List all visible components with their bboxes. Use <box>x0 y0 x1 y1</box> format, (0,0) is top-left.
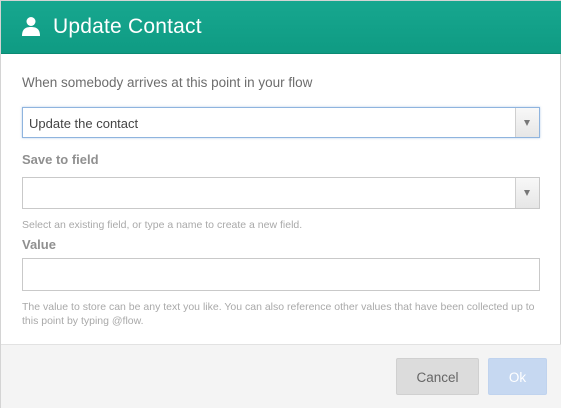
save-to-field-label: Save to field <box>22 152 99 167</box>
chevron-down-icon <box>524 190 530 196</box>
update-contact-dialog: Update Contact When somebody arrives at … <box>0 0 561 408</box>
value-input[interactable] <box>22 258 540 291</box>
flow-intro-text: When somebody arrives at this point in y… <box>22 75 313 90</box>
value-label: Value <box>22 237 56 252</box>
action-select-toggle[interactable] <box>515 108 539 137</box>
dialog-footer: Cancel Ok <box>1 344 561 408</box>
save-to-field-help: Select an existing field, or type a name… <box>22 219 303 231</box>
chevron-down-icon <box>524 120 530 126</box>
save-to-field-toggle[interactable] <box>515 178 539 208</box>
save-to-field-select[interactable] <box>22 177 540 209</box>
ok-button[interactable]: Ok <box>488 358 547 395</box>
action-select-value: Update the contact <box>29 116 139 131</box>
value-help: The value to store can be any text you l… <box>22 301 535 327</box>
dialog-header: Update Contact <box>1 1 561 54</box>
cancel-button[interactable]: Cancel <box>396 358 479 395</box>
dialog-title: Update Contact <box>53 15 202 38</box>
user-icon <box>22 17 40 36</box>
action-select[interactable]: Update the contact <box>22 107 540 138</box>
